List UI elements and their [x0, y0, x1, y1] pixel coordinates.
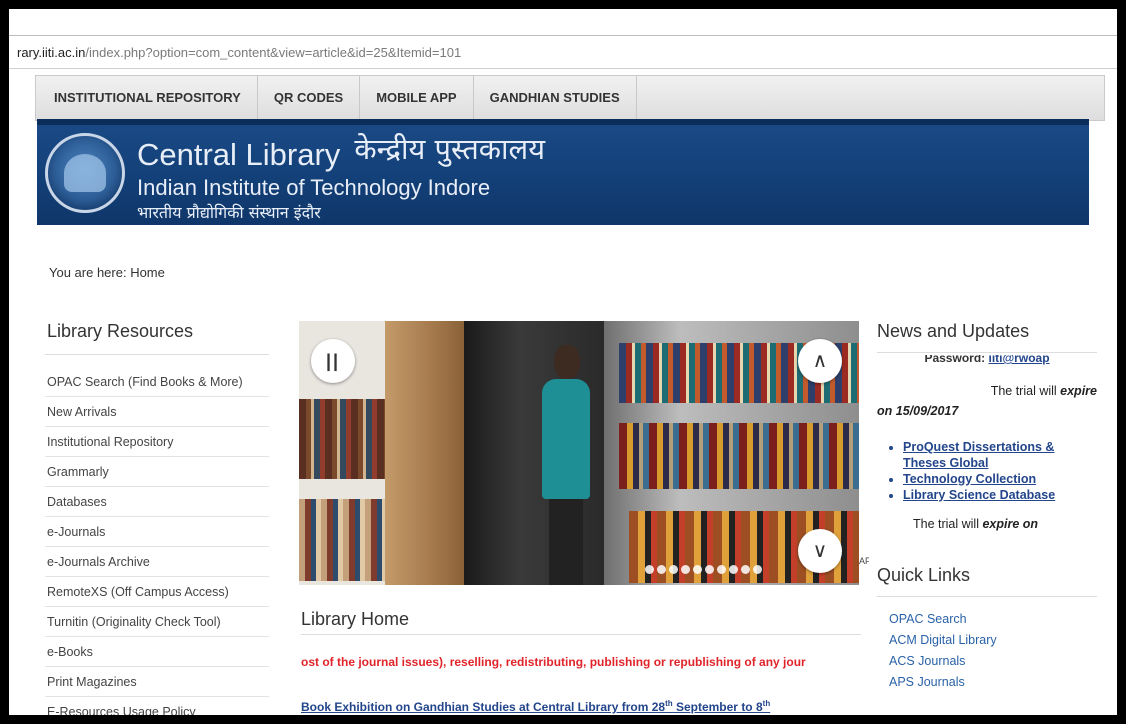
top-navigation: INSTITUTIONAL REPOSITORY QR CODES MOBILE… [35, 75, 1105, 121]
link-proquest[interactable]: ProQuest Dissertations & Theses Global [903, 439, 1097, 471]
banner-subtitle-hindi: भारतीय प्रौद्योगिकी संस्थान इंदौर [137, 203, 321, 222]
exhibition-text: Book Exhibition on Gandhian Studies at C… [301, 700, 666, 714]
slider-image-books [619, 423, 859, 489]
password-line: Password: iiti@rwoap [877, 355, 1097, 365]
banner-title-english: Central Library [137, 137, 341, 172]
link-technology-collection[interactable]: Technology Collection [903, 471, 1097, 487]
slider-image-books [299, 399, 385, 479]
slider-dot[interactable] [729, 565, 738, 574]
slider-image-books [299, 499, 385, 581]
password-label: Password: [924, 355, 986, 365]
sidebar-item-remotexs[interactable]: RemoteXS (Off Campus Access) [45, 577, 269, 607]
url-path: /index.php?option=com_content&view=artic… [85, 45, 462, 60]
database-list: ProQuest Dissertations & Theses Global T… [877, 439, 1097, 503]
chevron-up-icon[interactable]: ∧ [798, 339, 842, 383]
address-bar[interactable]: rary.iiti.ac.in/index.php?option=com_con… [9, 35, 1117, 69]
exhibition-sup: th [762, 699, 771, 708]
trial2-expire: expire on [982, 517, 1039, 531]
slider-dot[interactable] [717, 565, 726, 574]
sidebar-item-e-journals[interactable]: e-Journals [45, 517, 269, 547]
trial-expire: expire [1060, 384, 1097, 398]
sidebar-item-institutional-repository[interactable]: Institutional Repository [45, 427, 269, 457]
sidebar-item-e-books[interactable]: e-Books [45, 637, 269, 667]
library-resources-sidebar: Library Resources OPAC Search (Find Book… [45, 321, 269, 715]
password-value[interactable]: iiti@rwoap [988, 355, 1049, 365]
slider-side-tag: AF [859, 549, 869, 573]
trial-prefix: The trial will [990, 384, 1061, 398]
quick-link-acm-digital-library[interactable]: ACM Digital Library [889, 630, 1097, 651]
slider-dot[interactable] [645, 565, 654, 574]
slider-dot[interactable] [705, 565, 714, 574]
logo-emblem [64, 154, 106, 192]
slider-image-person [542, 379, 590, 499]
sidebar-item-turnitin[interactable]: Turnitin (Originality Check Tool) [45, 607, 269, 637]
trial-notice: The trial will expire on 15/09/2017 [877, 381, 1097, 421]
image-slider[interactable]: || ∧ ∨ [299, 321, 859, 585]
sidebar-item-databases[interactable]: Databases [45, 487, 269, 517]
slider-dots [645, 565, 762, 574]
news-and-updates-panel: News and Updates Password: iiti@rwoap Th… [877, 321, 1097, 693]
slider-dot[interactable] [657, 565, 666, 574]
browser-frame: rary.iiti.ac.in/index.php?option=com_con… [6, 6, 1120, 718]
divider [301, 634, 861, 635]
nav-qr-codes[interactable]: QR CODES [258, 76, 361, 120]
sidebar-item-opac-search[interactable]: OPAC Search (Find Books & More) [45, 367, 269, 397]
breadcrumb: You are here: Home [49, 265, 165, 280]
news-title: News and Updates [877, 321, 1097, 353]
slider-dot[interactable] [753, 565, 762, 574]
trial-notice-2: The trial will expire on [877, 517, 1097, 531]
red-notice-text: ost of the journal issues), reselling, r… [301, 655, 806, 669]
quick-links-title: Quick Links [877, 565, 1097, 597]
nav-mobile-app[interactable]: MOBILE APP [360, 76, 474, 120]
trial-line: The trial will expire [877, 381, 1097, 401]
exhibition-link[interactable]: Book Exhibition on Gandhian Studies at C… [301, 699, 861, 714]
slider-image-person [554, 345, 580, 379]
pause-icon[interactable]: || [311, 339, 355, 383]
nav-gandhian-studies[interactable]: GANDHIAN STUDIES [474, 76, 637, 120]
quick-link-opac-search[interactable]: OPAC Search [889, 609, 1097, 630]
sidebar-title: Library Resources [45, 321, 269, 355]
banner-title: Central Library केन्द्रीय पुस्तकालय [137, 132, 546, 174]
chevron-down-icon[interactable]: ∨ [798, 529, 842, 573]
page-title: Library Home [301, 609, 410, 629]
slider-image-person [549, 499, 583, 585]
banner-title-hindi: केन्द्रीय पुस्तकालय [354, 132, 546, 166]
banner-subtitle-english: Indian Institute of Technology Indore [137, 175, 491, 200]
sidebar-item-print-magazines[interactable]: Print Magazines [45, 667, 269, 697]
nav-institutional-repository[interactable]: INSTITUTIONAL REPOSITORY [36, 76, 258, 120]
slider-image-shelf-side [385, 321, 464, 585]
site-banner[interactable]: Central Library केन्द्रीय पुस्तकालय India… [37, 119, 1089, 225]
exhibition-sup: th [665, 699, 673, 708]
slider-dot[interactable] [669, 565, 678, 574]
trial-date: on 15/09/2017 [877, 404, 959, 418]
slider-dot[interactable] [741, 565, 750, 574]
slider-dot[interactable] [693, 565, 702, 574]
url-host: rary.iiti.ac.in [17, 45, 86, 60]
slider-dot[interactable] [681, 565, 690, 574]
trial2-prefix: The trial will [913, 517, 983, 531]
iit-indore-logo-icon [45, 133, 125, 213]
exhibition-mid: September to 8 [672, 700, 763, 714]
quick-links-list: OPAC Search ACM Digital Library ACS Jour… [877, 609, 1097, 693]
link-library-science-database[interactable]: Library Science Database [903, 487, 1097, 503]
sidebar-item-new-arrivals[interactable]: New Arrivals [45, 397, 269, 427]
sidebar-item-e-resources-usage-policy[interactable]: E-Resources Usage Policy [45, 697, 269, 715]
quick-link-acs-journals[interactable]: ACS Journals [889, 651, 1097, 672]
sidebar-item-e-journals-archive[interactable]: e-Journals Archive [45, 547, 269, 577]
sidebar-item-grammarly[interactable]: Grammarly [45, 457, 269, 487]
quick-link-aps-journals[interactable]: APS Journals [889, 672, 1097, 693]
banner-stripe [37, 119, 1089, 125]
